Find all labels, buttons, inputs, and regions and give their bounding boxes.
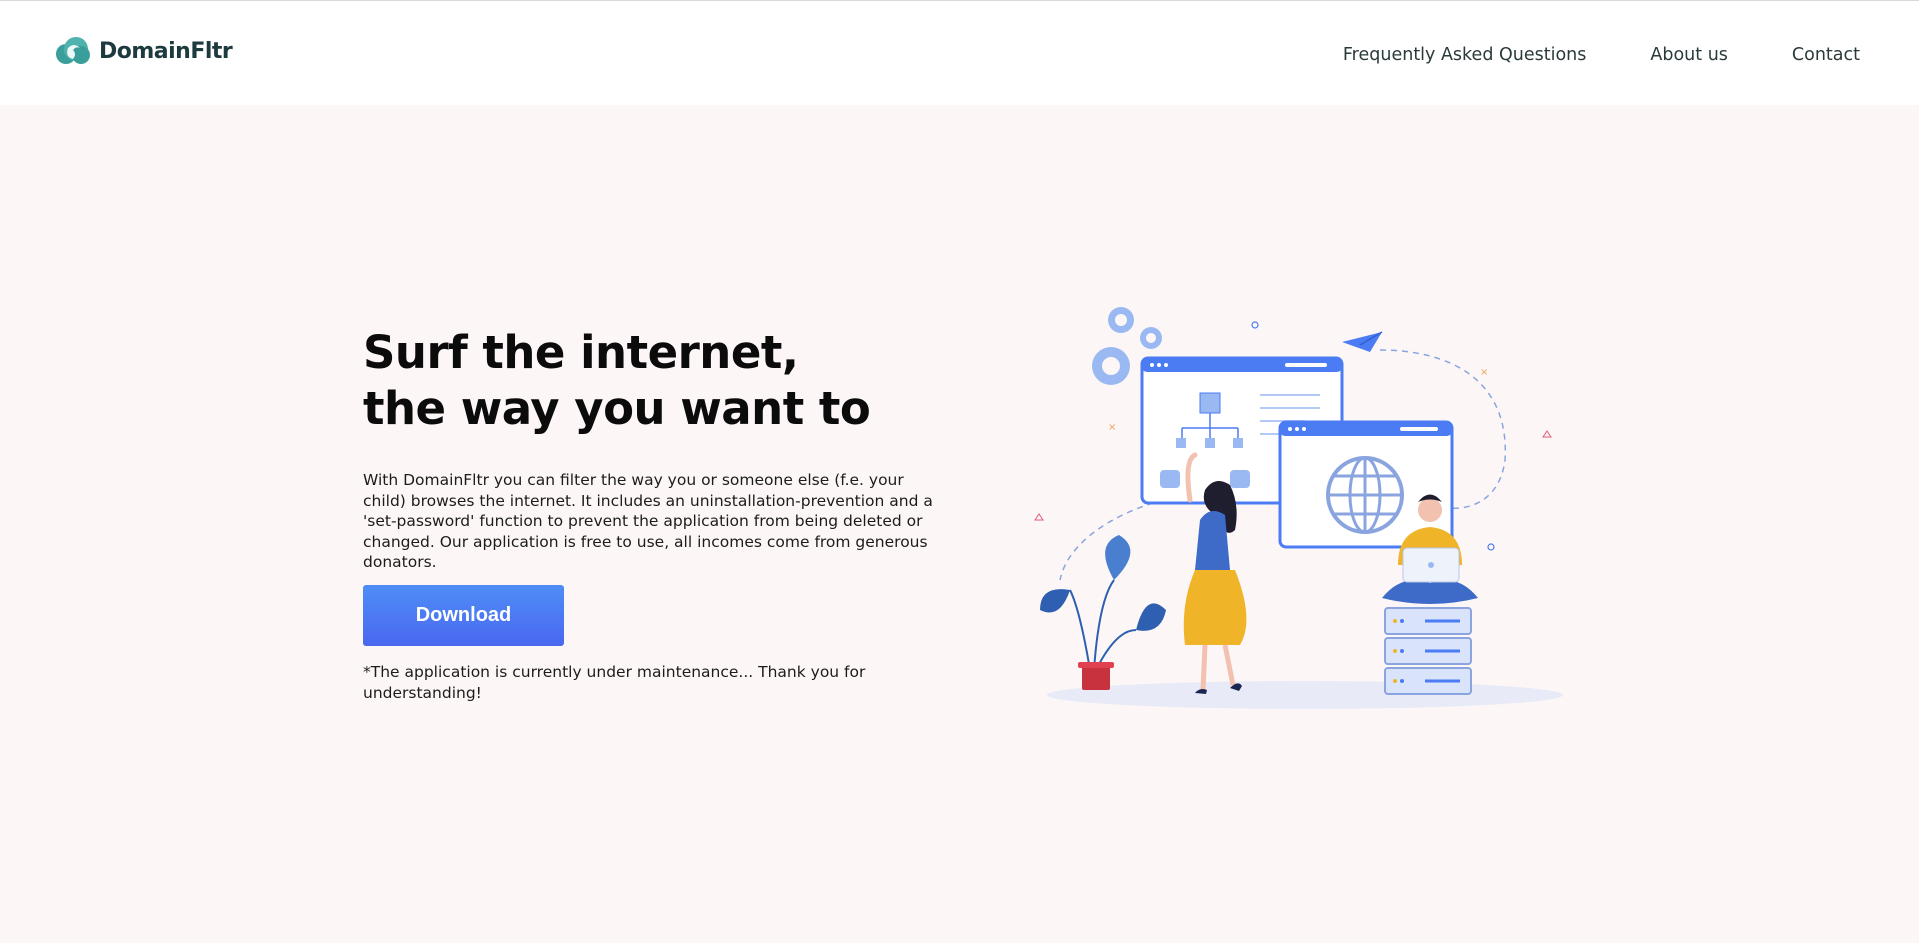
maintenance-note: *The application is currently under main… bbox=[363, 663, 866, 702]
hero-title-line-1: Surf the internet, bbox=[363, 326, 799, 379]
cloud-logo-icon bbox=[53, 36, 91, 66]
site-header: DomainFltr Frequently Asked Questions Ab… bbox=[0, 0, 1919, 105]
hero-title-line-2: the way you want to bbox=[363, 382, 871, 435]
nav-link-contact[interactable]: Contact bbox=[1792, 45, 1860, 65]
nav-link-about[interactable]: About us bbox=[1650, 45, 1728, 65]
brand-logo-link[interactable]: DomainFltr bbox=[53, 35, 233, 67]
brand-name: DomainFltr bbox=[99, 38, 233, 64]
nav-link-faq[interactable]: Frequently Asked Questions bbox=[1343, 45, 1587, 65]
hero-title: Surf the internet, the way you want to bbox=[363, 325, 871, 437]
people-browsing-illustration: × × bbox=[1030, 290, 1570, 720]
svg-text:×: × bbox=[1480, 367, 1488, 378]
main-nav: Frequently Asked Questions About us Cont… bbox=[1343, 45, 1860, 65]
svg-text:×: × bbox=[1108, 422, 1116, 433]
download-button[interactable]: Download bbox=[363, 585, 564, 646]
hero-description: With DomainFltr you can filter the way y… bbox=[363, 471, 933, 571]
